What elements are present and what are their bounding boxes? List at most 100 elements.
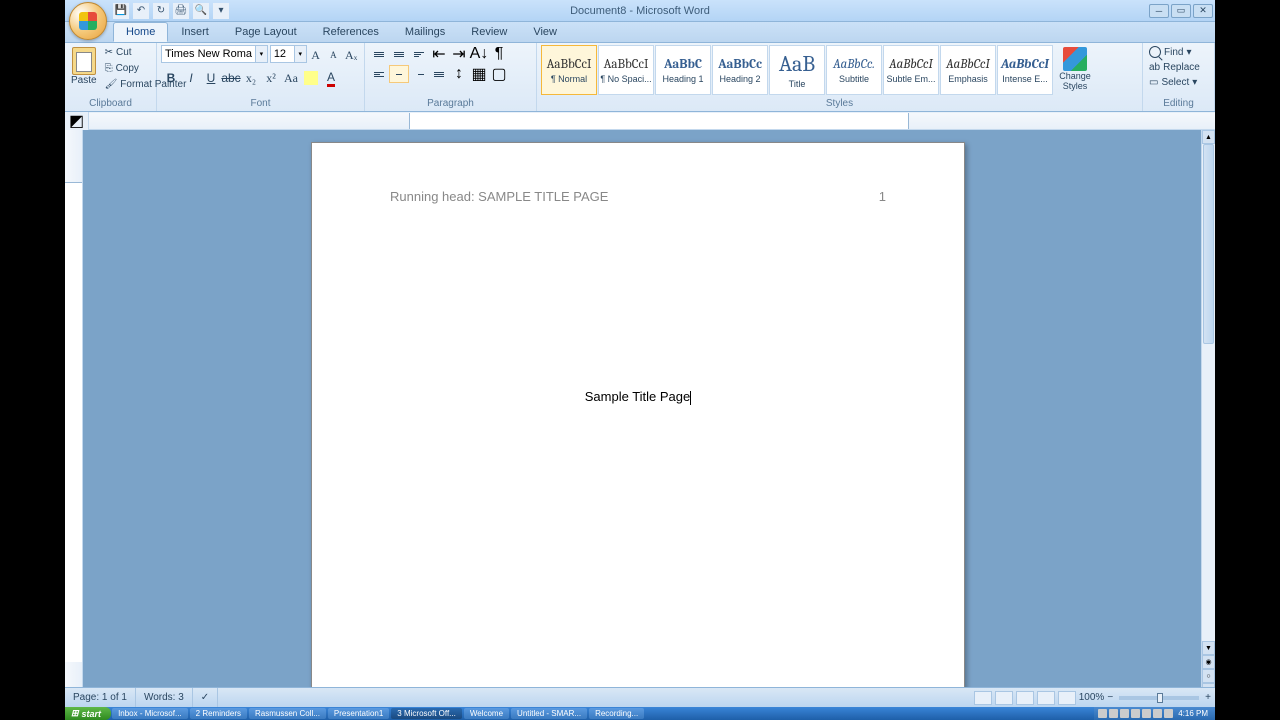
tray-icon[interactable]	[1142, 709, 1151, 718]
style-title[interactable]: AaBTitle	[769, 45, 825, 95]
find-button[interactable]: Find ▾	[1147, 45, 1210, 59]
taskbar-item[interactable]: Presentation1	[328, 708, 389, 719]
maximize-button[interactable]: ▭	[1171, 4, 1191, 18]
style-heading-1[interactable]: AaBbCHeading 1	[655, 45, 711, 95]
change-styles-button[interactable]: Change Styles	[1055, 45, 1095, 97]
view-print-layout[interactable]	[974, 691, 992, 705]
change-case-button[interactable]: Aa	[281, 68, 301, 88]
status-spell[interactable]: ✓	[193, 688, 218, 707]
vertical-scrollbar[interactable]: ▲ ▼ ◉ ○ ◉	[1201, 130, 1215, 697]
select-button[interactable]: ▭Select ▾	[1147, 76, 1210, 89]
start-button[interactable]: ⊞start	[65, 707, 111, 720]
style-subtle-em---[interactable]: AaBbCcISubtle Em...	[883, 45, 939, 95]
decrease-indent-button[interactable]: ⇤	[429, 45, 449, 63]
tray-icon[interactable]	[1120, 709, 1129, 718]
font-color-button[interactable]: A	[321, 68, 341, 88]
styles-gallery[interactable]: AaBbCcI¶ NormalAaBbCcI¶ No Spaci...AaBbC…	[541, 45, 1053, 97]
align-left-button[interactable]	[369, 65, 389, 83]
vertical-ruler[interactable]	[65, 130, 83, 697]
subscript-button[interactable]: x₂	[241, 68, 261, 88]
tray-icon[interactable]	[1153, 709, 1162, 718]
align-center-button[interactable]	[389, 65, 409, 83]
close-button[interactable]: ✕	[1193, 4, 1213, 18]
bullets-button[interactable]	[369, 45, 389, 63]
page[interactable]: Running head: SAMPLE TITLE PAGE 1 Sample…	[311, 142, 965, 697]
borders-button[interactable]: ▢	[489, 65, 509, 83]
status-page[interactable]: Page: 1 of 1	[65, 688, 136, 707]
multilevel-button[interactable]	[409, 45, 429, 63]
zoom-slider[interactable]	[1119, 696, 1199, 700]
scroll-up-button[interactable]: ▲	[1202, 130, 1215, 144]
style-heading-2[interactable]: AaBbCcHeading 2	[712, 45, 768, 95]
shading-button[interactable]: ▦	[469, 65, 489, 83]
page-body[interactable]: Sample Title Page	[390, 389, 886, 405]
scroll-thumb[interactable]	[1203, 144, 1214, 344]
taskbar-item[interactable]: 3 Microsoft Off...	[391, 708, 462, 719]
zoom-out-button[interactable]: −	[1107, 692, 1113, 703]
bold-button[interactable]: B	[161, 68, 181, 88]
ruler-corner[interactable]: ◩	[65, 112, 89, 130]
prev-page-button[interactable]: ◉	[1202, 655, 1215, 669]
tray-icon[interactable]	[1098, 709, 1107, 718]
replace-button[interactable]: abReplace	[1147, 61, 1210, 74]
clear-formatting-button[interactable]: Aₓ	[342, 45, 360, 65]
taskbar-item[interactable]: Welcome	[464, 708, 509, 719]
style-intense-e---[interactable]: AaBbCcIIntense E...	[997, 45, 1053, 95]
document-area[interactable]: Running head: SAMPLE TITLE PAGE 1 Sample…	[65, 130, 1201, 697]
view-web-layout[interactable]	[1016, 691, 1034, 705]
taskbar-item[interactable]: Untitled - SMAR...	[511, 708, 587, 719]
style---normal[interactable]: AaBbCcI¶ Normal	[541, 45, 597, 95]
highlight-button[interactable]	[301, 68, 321, 88]
tab-references[interactable]: References	[310, 22, 392, 42]
minimize-button[interactable]: ─	[1149, 4, 1169, 18]
taskbar-item[interactable]: Rasmussen Coll...	[249, 708, 326, 719]
qat-save[interactable]: 💾	[113, 3, 129, 19]
font-size-dropdown[interactable]: ▾	[295, 45, 307, 63]
tray-icon[interactable]	[1164, 709, 1173, 718]
view-draft[interactable]	[1058, 691, 1076, 705]
taskbar-item[interactable]: Inbox - Microsof...	[112, 708, 188, 719]
browse-object-button[interactable]: ○	[1202, 669, 1215, 683]
sort-button[interactable]: A↓	[469, 45, 489, 63]
tab-view[interactable]: View	[520, 22, 570, 42]
italic-button[interactable]: I	[181, 68, 201, 88]
tab-home[interactable]: Home	[113, 22, 168, 42]
justify-button[interactable]	[429, 65, 449, 83]
line-spacing-button[interactable]: ↕	[449, 65, 469, 83]
style---no-spaci---[interactable]: AaBbCcI¶ No Spaci...	[598, 45, 654, 95]
tray-icon[interactable]	[1109, 709, 1118, 718]
horizontal-ruler[interactable]	[89, 113, 1215, 129]
font-name-dropdown[interactable]: ▾	[256, 45, 268, 63]
clock[interactable]: 4:16 PM	[1175, 709, 1211, 718]
qat-more[interactable]: ▾	[213, 3, 229, 19]
superscript-button[interactable]: x²	[261, 68, 281, 88]
grow-font-button[interactable]: A	[307, 45, 325, 65]
font-size-input[interactable]	[270, 45, 295, 63]
taskbar-item[interactable]: 2 Reminders	[190, 708, 247, 719]
status-words[interactable]: Words: 3	[136, 688, 193, 707]
tray-icon[interactable]	[1131, 709, 1140, 718]
strikethrough-button[interactable]: abc	[221, 68, 241, 88]
view-full-screen[interactable]	[995, 691, 1013, 705]
qat-redo[interactable]: ↻	[153, 3, 169, 19]
qat-preview[interactable]: 🔍	[193, 3, 209, 19]
tab-mailings[interactable]: Mailings	[392, 22, 458, 42]
qat-undo[interactable]: ↶	[133, 3, 149, 19]
scroll-down-button[interactable]: ▼	[1202, 641, 1215, 655]
system-tray[interactable]: 4:16 PM	[1094, 707, 1215, 720]
underline-button[interactable]: U	[201, 68, 221, 88]
increase-indent-button[interactable]: ⇥	[449, 45, 469, 63]
paste-button[interactable]: Paste	[69, 45, 99, 97]
view-outline[interactable]	[1037, 691, 1055, 705]
style-subtitle[interactable]: AaBbCc.Subtitle	[826, 45, 882, 95]
numbering-button[interactable]	[389, 45, 409, 63]
taskbar-item[interactable]: Recording...	[589, 708, 644, 719]
show-marks-button[interactable]: ¶	[489, 45, 509, 63]
qat-print[interactable]: 🖨	[173, 3, 189, 19]
style-emphasis[interactable]: AaBbCcIEmphasis	[940, 45, 996, 95]
zoom-level[interactable]: 100%	[1079, 692, 1105, 703]
tab-page-layout[interactable]: Page Layout	[222, 22, 310, 42]
font-name-input[interactable]	[161, 45, 256, 63]
office-button[interactable]	[69, 2, 107, 40]
tab-review[interactable]: Review	[458, 22, 520, 42]
